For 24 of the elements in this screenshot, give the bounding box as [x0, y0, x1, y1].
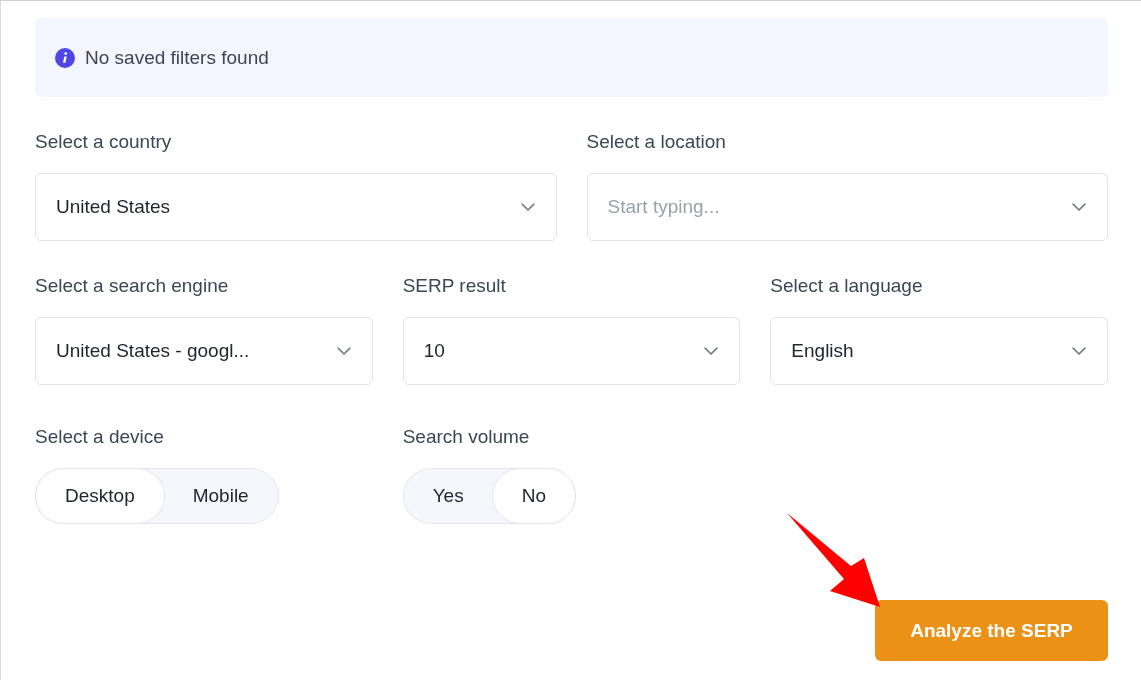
dropdown[interactable]: United States - googl... [35, 317, 373, 385]
dropdown[interactable]: English [770, 317, 1108, 385]
field-label: Select a location [586, 130, 726, 154]
segment-option[interactable]: Mobile [162, 468, 279, 524]
dropdown[interactable]: United States [35, 173, 557, 241]
notice-text: No saved filters found [85, 46, 269, 69]
chevron-down-icon [335, 346, 352, 356]
segment-option[interactable]: No [491, 468, 576, 524]
chevron-down-icon [519, 202, 536, 212]
dropdown[interactable]: Start typing... [586, 173, 1108, 241]
search-input[interactable]: Start typing... [607, 196, 1071, 218]
chevron-down-icon [1071, 346, 1087, 356]
field-label: Select a country [35, 130, 172, 154]
info-icon [55, 47, 75, 68]
field-label: SERP result [402, 274, 506, 298]
segment-option[interactable]: Yes [402, 468, 494, 524]
chevron-down-icon [1071, 202, 1087, 212]
field-label: Search volume [402, 425, 530, 449]
field-label: Select a search engine [35, 274, 229, 298]
dropdown[interactable]: 10 [402, 317, 741, 385]
field-label: Select a device [35, 425, 164, 449]
chevron-down-icon [703, 346, 720, 356]
segment-option[interactable]: Desktop [35, 468, 165, 524]
field-label: Select a language [770, 274, 923, 298]
